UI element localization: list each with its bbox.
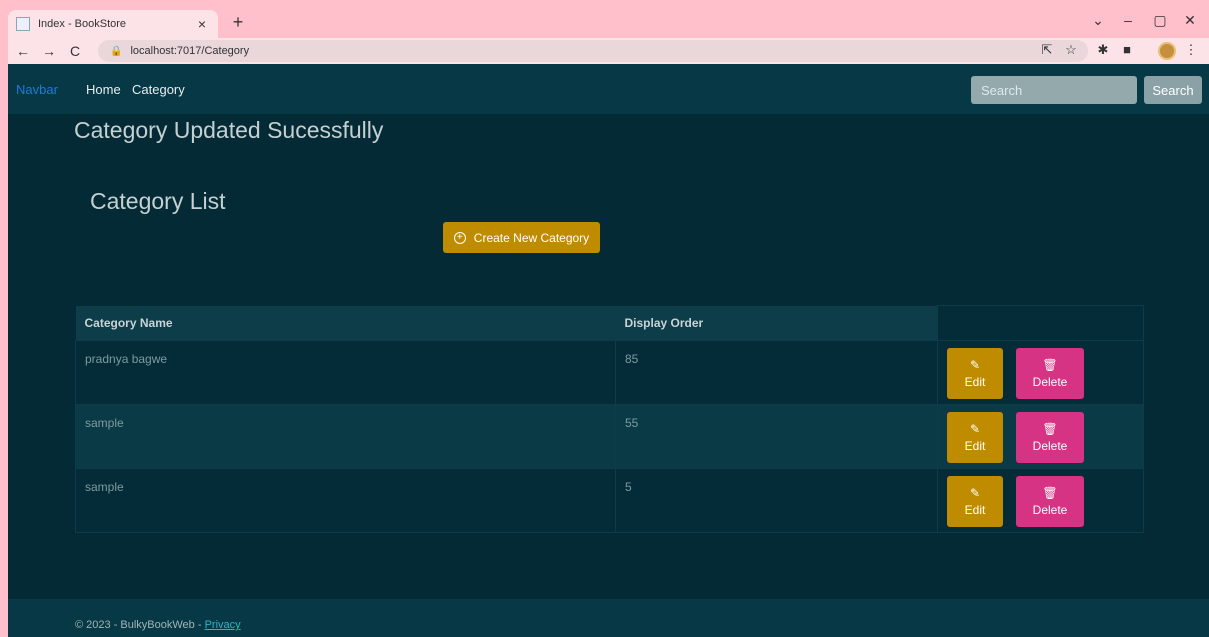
back-arrow-icon[interactable]: ← <box>12 43 34 59</box>
footer-text: © 2023 - BulkyBookWeb - Privacy <box>75 619 241 631</box>
plus-circle-icon: + <box>453 231 466 244</box>
forward-arrow-icon[interactable]: → <box>38 43 60 59</box>
category-name-cell: sample <box>75 404 616 469</box>
edit-button[interactable]: ✎ Edit <box>947 412 1003 463</box>
create-category-button[interactable]: + Create New Category <box>443 222 600 253</box>
edit-label: Edit <box>964 375 986 389</box>
bookmark-star-icon[interactable]: ☆ <box>1062 42 1080 58</box>
delete-label: Delete <box>1032 439 1068 453</box>
maximize-button[interactable]: ▢ <box>1148 12 1172 29</box>
share-icon[interactable]: ⇱ <box>1038 42 1056 58</box>
nav-link-home[interactable]: Home <box>86 82 121 97</box>
delete-label: Delete <box>1032 503 1068 517</box>
reload-icon[interactable]: C <box>64 43 86 59</box>
edit-icon: ✎ <box>969 422 981 436</box>
site-footer: © 2023 - BulkyBookWeb - Privacy <box>8 599 1209 637</box>
create-category-label: Create New Category <box>473 230 590 245</box>
browser-toolbar: ← → C 🔒 localhost:7017/Category ⇱ ☆ ✱ ■ … <box>8 38 1209 64</box>
edit-icon: ✎ <box>969 358 981 372</box>
browser-tab[interactable]: Index - BookStore × <box>8 10 218 38</box>
success-message: Category Updated Sucessfully <box>74 117 384 143</box>
tab-title: Index - BookStore <box>38 18 127 30</box>
delete-button[interactable]: 🗑 Delete <box>1016 476 1084 527</box>
edit-label: Edit <box>964 439 986 453</box>
edit-icon: ✎ <box>969 486 981 500</box>
actions-cell: ✎ Edit 🗑 Delete <box>937 340 1144 405</box>
browser-tab-bar: Index - BookStore × + ⌄ – ▢ ✕ <box>8 8 1209 38</box>
browser-menu-icon[interactable]: ⋮ <box>1182 42 1200 58</box>
extensions-icon[interactable]: ✱ <box>1094 42 1112 58</box>
edit-button[interactable]: ✎ Edit <box>947 476 1003 527</box>
actions-cell: ✎ Edit 🗑 Delete <box>937 468 1144 533</box>
delete-label: Delete <box>1032 375 1068 389</box>
display-order-cell: 55 <box>615 404 938 469</box>
address-bar[interactable]: 🔒 localhost:7017/Category <box>98 40 1088 62</box>
table-header-row: Category Name Display Order <box>75 305 1144 341</box>
tab-search-icon[interactable]: ⌄ <box>1086 12 1110 29</box>
edit-label: Edit <box>964 503 986 517</box>
table-row: sample 5 ✎ Edit 🗑 Delete <box>75 468 1144 533</box>
actions-cell: ✎ Edit 🗑 Delete <box>937 404 1144 469</box>
category-table: Category Name Display Order pradnya bagw… <box>75 305 1144 533</box>
column-header-actions <box>937 305 1144 341</box>
column-header-display-order: Display Order <box>615 305 938 341</box>
new-tab-button[interactable]: + <box>228 12 248 33</box>
search-input[interactable] <box>971 76 1137 104</box>
delete-button[interactable]: 🗑 Delete <box>1016 348 1084 399</box>
category-name-cell: sample <box>75 468 616 533</box>
trash-icon: 🗑 <box>1042 422 1058 436</box>
trash-icon: 🗑 <box>1042 358 1058 372</box>
display-order-cell: 5 <box>615 468 938 533</box>
navbar-brand[interactable]: Navbar <box>16 82 58 97</box>
profile-avatar[interactable] <box>1158 42 1176 60</box>
page-favicon-icon <box>16 17 30 31</box>
nav-link-category[interactable]: Category <box>132 82 185 97</box>
privacy-link[interactable]: Privacy <box>205 619 241 631</box>
copyright-text: © 2023 - BulkyBookWeb - <box>75 619 205 631</box>
display-order-cell: 85 <box>615 340 938 405</box>
side-panel-icon[interactable]: ■ <box>1118 42 1136 57</box>
edit-button[interactable]: ✎ Edit <box>947 348 1003 399</box>
table-row: sample 55 ✎ Edit 🗑 Delete <box>75 404 1144 469</box>
search-button[interactable]: Search <box>1144 76 1202 104</box>
close-window-button[interactable]: ✕ <box>1178 12 1202 29</box>
column-header-category-name: Category Name <box>75 305 616 341</box>
minimize-button[interactable]: – <box>1116 12 1140 28</box>
delete-button[interactable]: 🗑 Delete <box>1016 412 1084 463</box>
web-page: Navbar Home Category Search Category Upd… <box>8 64 1209 637</box>
lock-icon: 🔒 <box>110 45 123 57</box>
tab-close-icon[interactable]: × <box>194 16 210 32</box>
url-text: localhost:7017/Category <box>130 45 250 57</box>
trash-icon: 🗑 <box>1042 486 1058 500</box>
page-title: Category List <box>90 188 226 214</box>
site-navbar: Navbar Home Category Search <box>8 64 1209 114</box>
category-name-cell: pradnya bagwe <box>75 340 616 405</box>
table-row: pradnya bagwe 85 ✎ Edit 🗑 Delete <box>75 340 1144 405</box>
